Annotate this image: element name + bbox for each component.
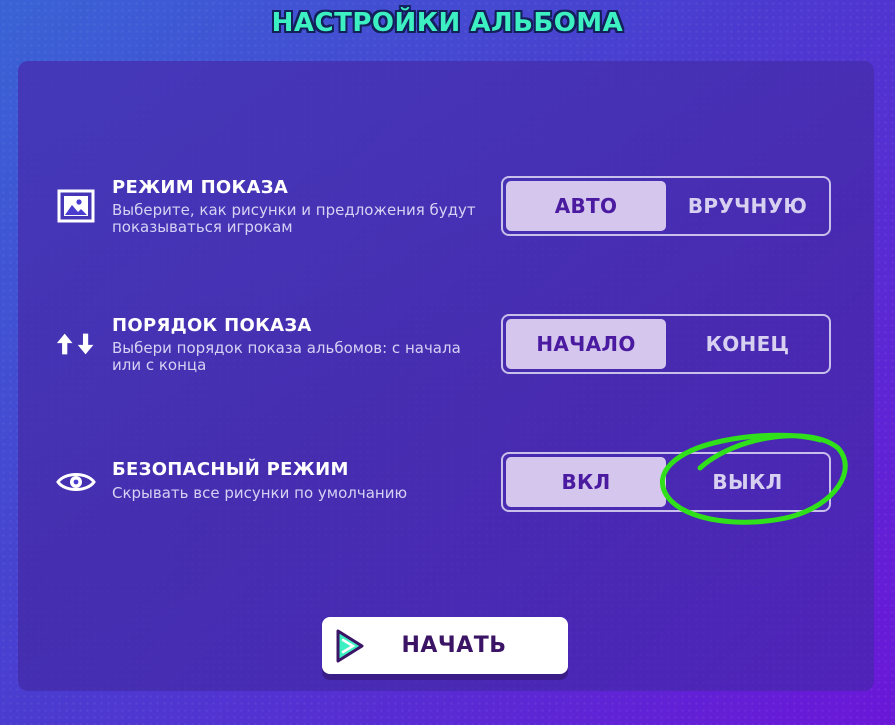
option-manual-button[interactable]: ВРУЧНУЮ (669, 181, 826, 231)
start-button[interactable]: НАЧАТЬ (322, 617, 568, 674)
display-order-toggle: НАЧАЛО КОНЕЦ (501, 314, 831, 374)
image-icon (56, 186, 96, 226)
sort-arrows-icon (56, 324, 96, 364)
settings-panel: РЕЖИМ ПОКАЗА Выберите, как рисунки и пре… (18, 61, 874, 691)
page-title: НАСТРОЙКИ АЛЬБОМА (271, 8, 624, 38)
setting-row-safe-mode: БЕЗОПАСНЫЙ РЕЖИМ Скрывать все рисунки по… (18, 452, 874, 522)
display-mode-toggle: АВТО ВРУЧНУЮ (501, 176, 831, 236)
option-on-button[interactable]: ВКЛ (506, 457, 666, 507)
option-auto-button[interactable]: АВТО (506, 181, 666, 231)
option-off-button[interactable]: ВЫКЛ (669, 457, 826, 507)
setting-description: Скрывать все рисунки по умолчанию (112, 484, 408, 502)
setting-description: Выбери порядок показа альбомов: с начала… (112, 339, 461, 374)
start-button-label: НАЧАТЬ (401, 633, 507, 658)
setting-description: Выберите, как рисунки и предложения буду… (112, 201, 476, 236)
setting-row-display-order: ПОРЯДОК ПОКАЗА Выбери порядок показа аль… (18, 314, 874, 384)
setting-row-display-mode: РЕЖИМ ПОКАЗА Выберите, как рисунки и пре… (18, 176, 874, 246)
safe-mode-toggle: ВКЛ ВЫКЛ (501, 452, 831, 512)
option-end-button[interactable]: КОНЕЦ (669, 319, 826, 369)
setting-title: ПОРЯДОК ПОКАЗА (112, 315, 312, 336)
setting-title: РЕЖИМ ПОКАЗА (112, 177, 289, 198)
play-icon (336, 629, 364, 663)
eye-icon (56, 462, 96, 502)
option-start-button[interactable]: НАЧАЛО (506, 319, 666, 369)
setting-title: БЕЗОПАСНЫЙ РЕЖИМ (112, 459, 349, 480)
